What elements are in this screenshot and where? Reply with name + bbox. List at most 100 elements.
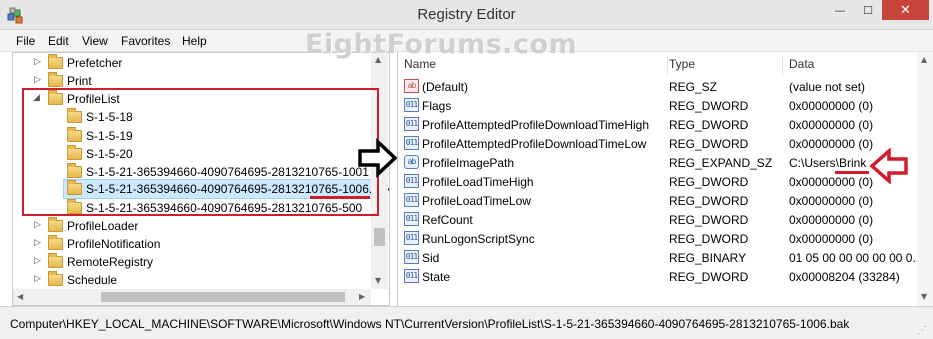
maximize-button[interactable]: ☐ — [854, 0, 882, 20]
menu-favorites[interactable]: Favorites — [121, 34, 170, 48]
tree-item-label: ProfileNotification — [67, 237, 161, 251]
minimize-button[interactable]: — — [826, 0, 854, 20]
value-data: 0x00000000 (0) — [789, 232, 874, 246]
window-controls: — ☐ ✕ — [826, 0, 929, 21]
binary-value-icon: 011 — [404, 136, 419, 150]
value-name: RefCount — [422, 213, 473, 227]
value-data: 0x00000000 (0) — [789, 137, 874, 151]
value-name: Sid — [422, 251, 440, 265]
value-name: RunLogonScriptSync — [422, 232, 535, 246]
scroll-down-icon[interactable]: ▼ — [375, 276, 381, 285]
value-name: ProfileAttemptedProfileDownloadTimeHigh — [422, 118, 649, 132]
value-data: 0x00000000 (0) — [789, 175, 874, 189]
tree-item-label: Schedule — [67, 273, 118, 287]
watermark: EightForums.com — [305, 29, 578, 60]
value-type: REG_DWORD — [669, 118, 749, 132]
scroll-down-icon[interactable]: ▼ — [921, 292, 927, 301]
annotation-underline — [835, 171, 869, 174]
window-title: Registry Editor — [417, 6, 516, 23]
expand-arrow-icon[interactable]: ▷ — [34, 75, 41, 85]
string-value-icon: ab — [404, 155, 419, 169]
value-type: REG_DWORD — [669, 194, 749, 208]
binary-value-icon: 011 — [404, 250, 419, 264]
menu-edit[interactable]: Edit — [48, 34, 69, 48]
value-row[interactable]: 011 RefCount REG_DWORD 0x00000000 (0) — [398, 210, 933, 229]
expand-arrow-icon[interactable]: ▷ — [34, 274, 41, 284]
status-bar: Computer\HKEY_LOCAL_MACHINE\SOFTWARE\Mic… — [0, 306, 933, 339]
scroll-left-icon[interactable]: ◀ — [17, 292, 23, 301]
value-row[interactable]: 011 ProfileLoadTimeHigh REG_DWORD 0x0000… — [398, 172, 933, 191]
value-row[interactable]: ab (Default) REG_SZ (value not set) — [398, 77, 933, 96]
folder-icon — [48, 72, 63, 87]
value-type: REG_EXPAND_SZ — [669, 156, 773, 170]
value-name: ProfileAttemptedProfileDownloadTimeLow — [422, 137, 647, 151]
scrollbar-thumb[interactable] — [374, 228, 385, 246]
value-row[interactable]: 011 Flags REG_DWORD 0x00000000 (0) — [398, 96, 933, 115]
value-row[interactable]: 011 State REG_DWORD 0x00008204 (33284) — [398, 267, 933, 286]
scrollbar-thumb[interactable] — [101, 292, 345, 302]
tree-item-profileloader[interactable]: ▷ ProfileLoader — [13, 217, 389, 235]
title-bar: Registry Editor — ☐ ✕ — [0, 0, 933, 30]
annotation-arrow-right-icon — [358, 138, 398, 178]
menu-help[interactable]: Help — [182, 34, 207, 48]
tree-item-label: Print — [67, 74, 92, 88]
value-row[interactable]: 011 ProfileLoadTimeLow REG_DWORD 0x00000… — [398, 191, 933, 210]
expand-arrow-icon[interactable]: ▷ — [34, 256, 41, 266]
tree-horizontal-scrollbar[interactable]: ◀ ▶ — [13, 289, 371, 305]
value-type: REG_DWORD — [669, 99, 749, 113]
value-name: ProfileLoadTimeHigh — [422, 175, 534, 189]
value-type: REG_DWORD — [669, 213, 749, 227]
binary-value-icon: 011 — [404, 231, 419, 245]
close-button[interactable]: ✕ — [882, 0, 929, 20]
value-name: ProfileImagePath — [422, 156, 515, 170]
folder-icon — [48, 271, 63, 286]
value-name: (Default) — [422, 80, 469, 94]
folder-icon — [48, 217, 63, 232]
values-vertical-scrollbar[interactable]: ▲ ▼ — [917, 52, 933, 306]
tree-item-label: Prefetcher — [67, 56, 123, 70]
column-header-data[interactable]: Data — [783, 56, 923, 76]
binary-value-icon: 011 — [404, 269, 419, 283]
value-type: REG_BINARY — [669, 251, 747, 265]
resize-grip-icon[interactable]: ⋰ — [917, 325, 927, 336]
value-type: REG_DWORD — [669, 270, 749, 284]
value-data: 0x00000000 (0) — [789, 118, 874, 132]
value-data: C:\Users\Brink — [789, 156, 867, 170]
registry-path: Computer\HKEY_LOCAL_MACHINE\SOFTWARE\Mic… — [10, 317, 850, 331]
column-header-type[interactable]: Type — [663, 56, 783, 76]
expand-arrow-icon[interactable]: ▷ — [34, 238, 41, 248]
value-data: 0x00000000 (0) — [789, 213, 874, 227]
value-name: Flags — [422, 99, 452, 113]
value-row[interactable]: 011 Sid REG_BINARY 01 05 00 00 00 00 00 … — [398, 248, 933, 267]
value-name: ProfileLoadTimeLow — [422, 194, 531, 208]
folder-icon — [48, 54, 63, 69]
menu-view[interactable]: View — [82, 34, 108, 48]
value-type: REG_SZ — [669, 80, 718, 94]
string-value-icon: ab — [404, 79, 419, 93]
expand-arrow-icon[interactable]: ▷ — [34, 57, 41, 67]
scroll-up-icon[interactable]: ▲ — [921, 55, 927, 64]
tree-item-remoteregistry[interactable]: ▷ RemoteRegistry — [13, 253, 389, 271]
binary-value-icon: 011 — [404, 174, 419, 188]
value-row[interactable]: 011 RunLogonScriptSync REG_DWORD 0x00000… — [398, 229, 933, 248]
folder-icon — [48, 235, 63, 250]
scroll-right-icon[interactable]: ▶ — [359, 292, 365, 301]
binary-value-icon: 011 — [404, 193, 419, 207]
value-row[interactable]: 011 ProfileAttemptedProfileDownloadTimeL… — [398, 134, 933, 153]
value-data: (value not set) — [789, 80, 866, 94]
tree-item-schedule[interactable]: ▷ Schedule — [13, 271, 389, 289]
value-type: REG_DWORD — [669, 232, 749, 246]
value-row-profileimagepath[interactable]: ab ProfileImagePath REG_EXPAND_SZ C:\Use… — [398, 153, 933, 172]
registry-values-list[interactable]: Name Type Data ab (Default) REG_SZ (valu… — [397, 52, 933, 306]
value-data: 0x00000000 (0) — [789, 99, 874, 113]
folder-icon — [48, 253, 63, 268]
tree-item-label: RemoteRegistry — [67, 255, 154, 269]
value-row[interactable]: 011 ProfileAttemptedProfileDownloadTimeH… — [398, 115, 933, 134]
tree-item-profilenotification[interactable]: ▷ ProfileNotification — [13, 235, 389, 253]
menu-file[interactable]: File — [16, 34, 35, 48]
value-name: State — [422, 270, 451, 284]
annotation-underline — [310, 196, 370, 199]
expand-arrow-icon[interactable]: ▷ — [34, 220, 41, 230]
value-data: 0x00008204 (33284) — [789, 270, 900, 284]
value-type: REG_DWORD — [669, 137, 749, 151]
